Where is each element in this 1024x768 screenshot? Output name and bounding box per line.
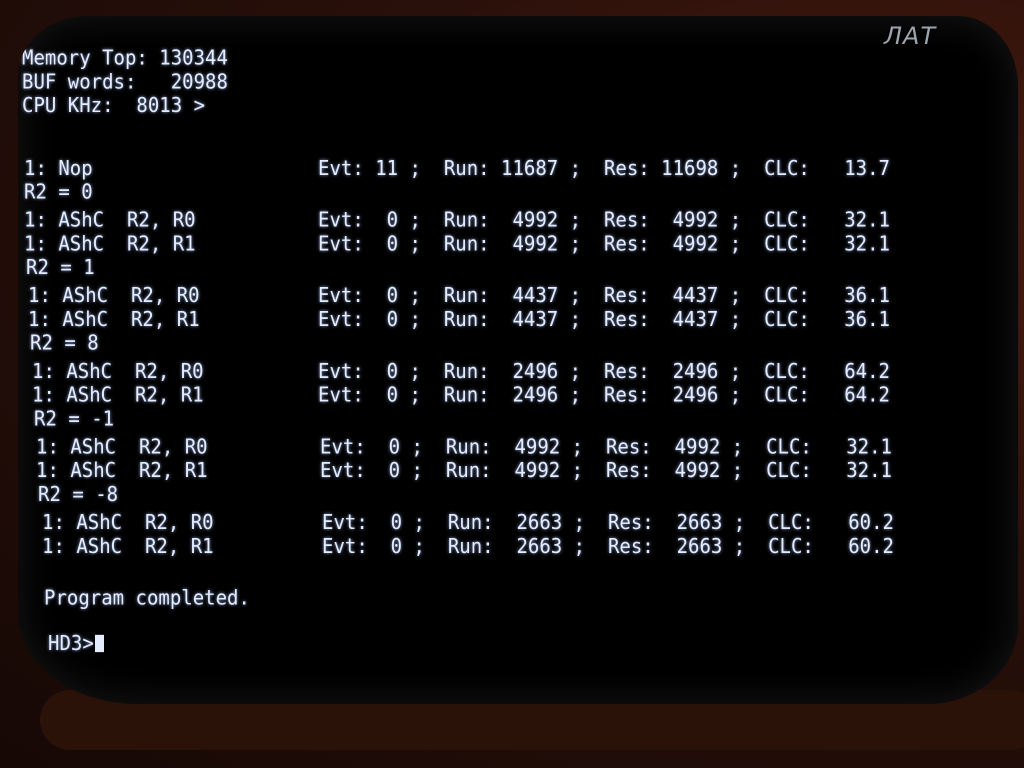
register-label: R2 = -1: [34, 406, 115, 431]
row-stats: Evt: 11 ; Run: 11687 ; Res: 11698 ; CLC:…: [318, 156, 890, 181]
row-label: 1: AShC R2, R1: [36, 458, 208, 483]
row-stats: Evt: 0 ; Run: 4992 ; Res: 4992 ; CLC: 32…: [318, 208, 890, 233]
register-label: R2 = 0: [24, 180, 93, 204]
prompt-text: HD3>: [48, 631, 94, 656]
cpu-khz-line: CPU KHz: 8013 >: [22, 93, 206, 118]
row-stats: Evt: 0 ; Run: 2663 ; Res: 2663 ; CLC: 60…: [322, 510, 894, 535]
buf-words-line: BUF words: 20988: [22, 70, 228, 94]
row-stats: Evt: 0 ; Run: 4992 ; Res: 4992 ; CLC: 32…: [320, 458, 892, 483]
command-prompt[interactable]: HD3>: [48, 631, 104, 656]
text-cursor: [94, 634, 104, 653]
memory-top-line: Memory Top: 130344: [22, 46, 228, 70]
row-stats: Evt: 0 ; Run: 4437 ; Res: 4437 ; CLC: 36…: [318, 283, 890, 308]
register-label: R2 = 1: [26, 255, 95, 280]
row-label: 1: AShC R2, R0: [28, 283, 200, 308]
row-stats: Evt: 0 ; Run: 4437 ; Res: 4437 ; CLC: 36…: [318, 307, 890, 332]
row-label: 1: AShC R2, R1: [28, 307, 200, 332]
row-label: 1: AShC R2, R0: [42, 510, 214, 535]
row-label: 1: Nop: [24, 156, 93, 181]
row-label: 1: AShC R2, R1: [32, 383, 204, 407]
row-stats: Evt: 0 ; Run: 4992 ; Res: 4992 ; CLC: 32…: [320, 435, 892, 459]
register-label: R2 = -8: [38, 482, 119, 507]
row-stats: Evt: 0 ; Run: 2496 ; Res: 2496 ; CLC: 64…: [318, 359, 890, 384]
row-label: 1: AShC R2, R0: [32, 359, 204, 384]
row-stats: Evt: 0 ; Run: 2663 ; Res: 2663 ; CLC: 60…: [322, 534, 894, 559]
terminal-output: Memory Top: 130344 BUF words: 20988 CPU …: [18, 16, 1018, 704]
crt-screen: ЛАТ Memory Top: 130344 BUF words: 20988 …: [18, 16, 1018, 704]
row-label: 1: AShC R2, R0: [24, 208, 196, 233]
row-label: 1: AShC R2, R1: [24, 232, 196, 256]
row-stats: Evt: 0 ; Run: 2496 ; Res: 2496 ; CLC: 64…: [318, 383, 890, 407]
row-label: 1: AShC R2, R1: [42, 534, 214, 559]
register-label: R2 = 8: [30, 331, 99, 356]
row-label: 1: AShC R2, R0: [36, 435, 208, 459]
row-stats: Evt: 0 ; Run: 4992 ; Res: 4992 ; CLC: 32…: [318, 232, 890, 256]
completion-message: Program completed.: [44, 586, 250, 610]
